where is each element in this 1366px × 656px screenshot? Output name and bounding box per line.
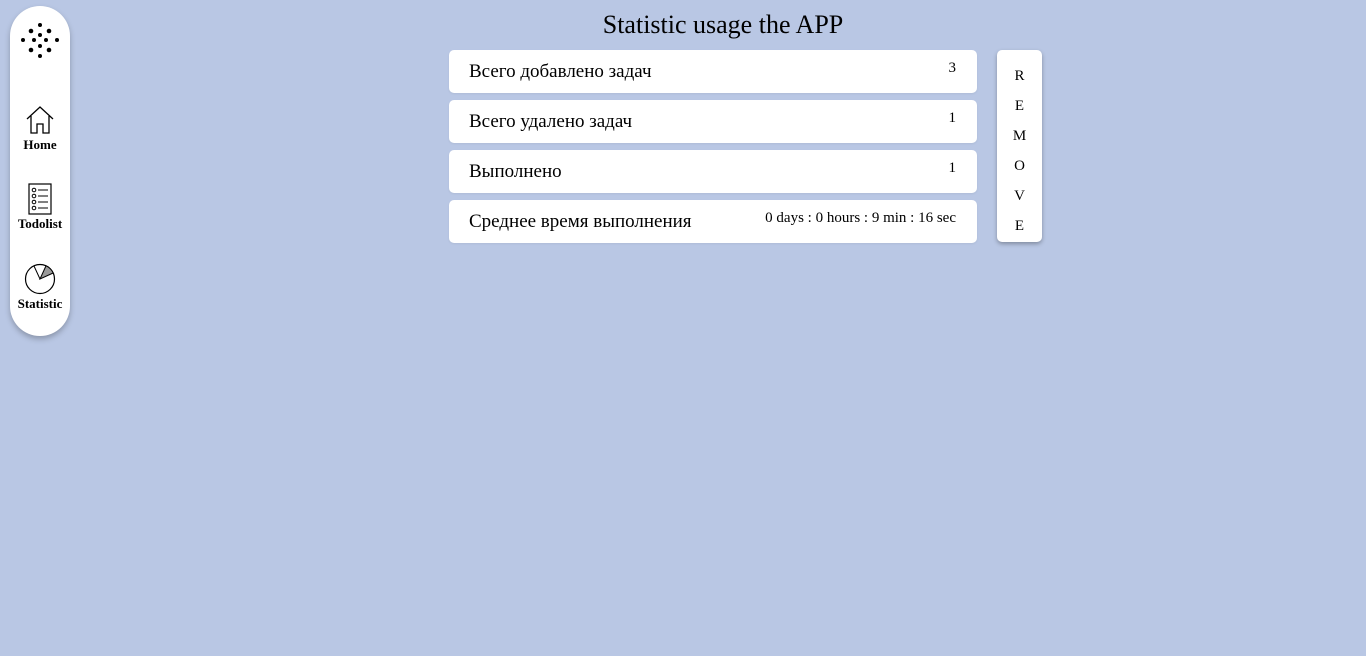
stat-value: 1 [948, 160, 957, 176]
stats-list: Всего добавлено задач 3 Всего удалено за… [449, 50, 977, 250]
remove-letter: M [1012, 128, 1027, 144]
stat-card-completed: Выполнено 1 [449, 150, 977, 193]
dots-logo-icon[interactable] [20, 21, 60, 61]
stat-label: Выполнено [469, 161, 562, 182]
remove-letter: E [1014, 98, 1025, 114]
stat-label: Среднее время выполнения [469, 211, 692, 232]
remove-letter: E [1014, 218, 1025, 234]
stat-card-average-time: Среднее время выполнения 0 days : 0 hour… [449, 200, 977, 243]
home-icon [10, 104, 70, 136]
stat-value: 3 [948, 60, 957, 76]
remove-letter: V [1014, 188, 1025, 204]
list-icon [10, 183, 70, 215]
sidebar: Home Todolist Statistic [10, 6, 70, 336]
sidebar-item-statistic[interactable]: Statistic [10, 263, 70, 311]
remove-letter: O [1014, 158, 1025, 174]
stat-card-added: Всего добавлено задач 3 [449, 50, 977, 93]
stat-value: 0 days : 0 hours : 9 min : 16 sec [765, 210, 956, 226]
remove-letter: R [1014, 68, 1025, 84]
sidebar-item-todolist[interactable]: Todolist [10, 183, 70, 231]
sidebar-item-home[interactable]: Home [10, 104, 70, 152]
page-title: Statistic usage the APP [602, 10, 844, 39]
pie-chart-icon [10, 263, 70, 295]
sidebar-item-label: Statistic [17, 296, 63, 311]
stat-value: 1 [948, 110, 957, 126]
remove-button[interactable]: R E M O V E [997, 50, 1042, 242]
sidebar-item-label: Todolist [17, 216, 63, 231]
stat-card-removed: Всего удалено задач 1 [449, 100, 977, 143]
stat-label: Всего добавлено задач [469, 61, 652, 82]
stat-label: Всего удалено задач [469, 111, 633, 132]
sidebar-item-label: Home [23, 137, 57, 152]
